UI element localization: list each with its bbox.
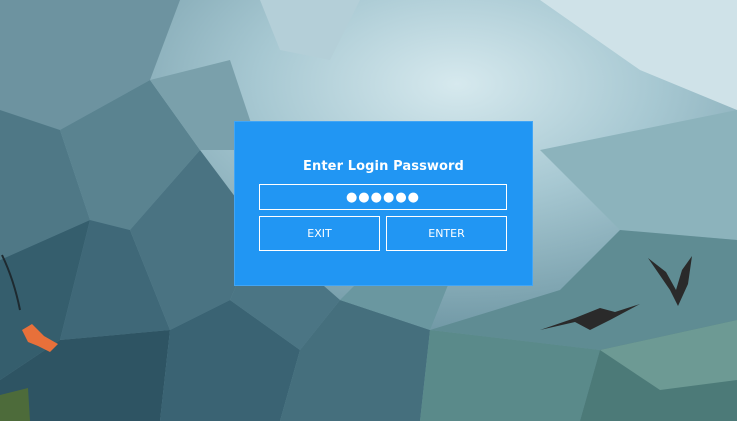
enter-button[interactable]: ENTER	[386, 216, 507, 251]
password-input[interactable]	[259, 184, 507, 210]
exit-button[interactable]: EXIT	[259, 216, 380, 251]
login-dialog: Enter Login Password EXIT ENTER	[234, 121, 533, 286]
dialog-title: Enter Login Password	[303, 159, 464, 174]
